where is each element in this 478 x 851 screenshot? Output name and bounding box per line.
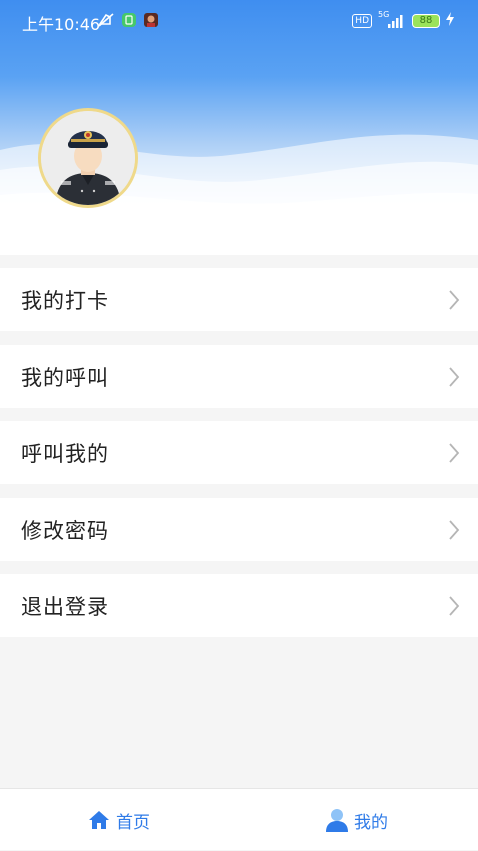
chevron-right-icon [449, 520, 460, 540]
menu-item-calls-to-me[interactable]: 呼叫我的 [0, 421, 478, 484]
profile-header: 上午10:46 HD 5G 88 [0, 0, 478, 255]
home-icon [89, 811, 109, 829]
chevron-right-icon [449, 367, 460, 387]
menu-item-label: 我的呼叫 [21, 365, 109, 390]
status-bar: 上午10:46 HD 5G 88 [0, 0, 478, 42]
tab-home-label: 首页 [116, 812, 150, 833]
police-officer-avatar-icon [41, 111, 135, 205]
user-icon [326, 809, 348, 832]
status-time: 上午10:46 [22, 15, 101, 34]
chevron-right-icon [449, 596, 460, 616]
menu-item-change-password[interactable]: 修改密码 [0, 498, 478, 561]
chevron-right-icon [449, 443, 460, 463]
menu-item-label: 退出登录 [21, 594, 109, 619]
battery-icon: 88 [412, 13, 440, 28]
hd-badge: HD [352, 13, 372, 28]
avatar[interactable] [38, 108, 138, 208]
menu-item-my-calls[interactable]: 我的呼叫 [0, 345, 478, 408]
charging-icon [446, 11, 454, 30]
mute-icon [97, 12, 115, 32]
menu-item-label: 修改密码 [21, 518, 109, 543]
tab-mine-label: 我的 [354, 812, 388, 833]
menu-item-my-checkin[interactable]: 我的打卡 [0, 268, 478, 331]
signal-icon: 5G [378, 10, 406, 29]
menu-item-logout[interactable]: 退出登录 [0, 574, 478, 637]
chevron-right-icon [449, 290, 460, 310]
tab-mine[interactable]: 我的 [326, 789, 388, 851]
notification-app-icon [121, 12, 137, 32]
tab-home[interactable]: 首页 [88, 789, 150, 851]
bottom-tab-bar: 首页 我的 [0, 788, 478, 850]
notification-avatar-icon [143, 12, 159, 32]
menu-item-label: 我的打卡 [21, 288, 109, 313]
battery-level: 88 [419, 14, 433, 26]
menu-item-label: 呼叫我的 [21, 441, 109, 466]
